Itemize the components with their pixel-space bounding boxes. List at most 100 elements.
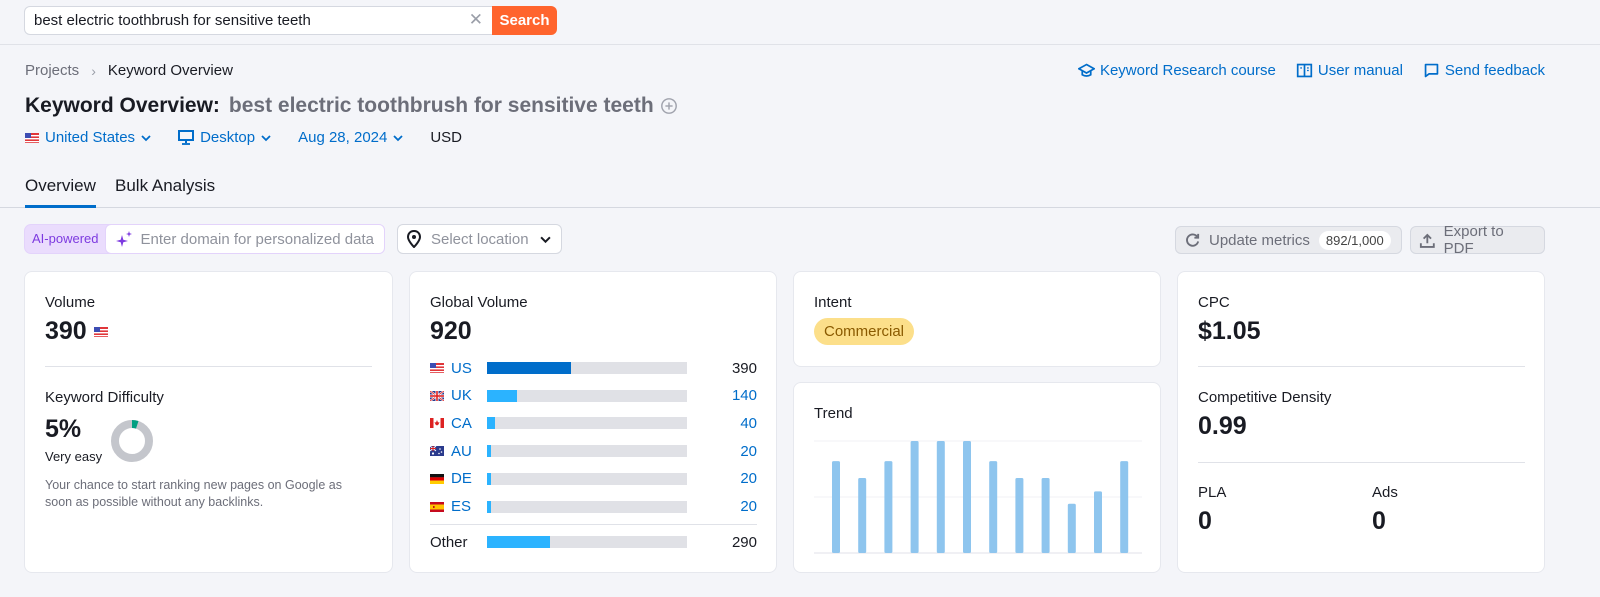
trend-bar[interactable] [1120, 461, 1129, 553]
country-volume-value[interactable]: 20 [740, 470, 757, 487]
top-search-bar: ✕ Search [0, 0, 1600, 45]
tab-bulk-analysis[interactable]: Bulk Analysis [115, 176, 215, 205]
trend-bar[interactable] [858, 477, 867, 553]
filters-bar: United States Desktop Aug 28, 2024 USD [25, 129, 462, 146]
add-circle-icon[interactable] [660, 97, 678, 115]
kd-value: 5% [45, 415, 82, 443]
trend-bar[interactable] [963, 441, 971, 553]
search-box: ✕ [24, 6, 494, 35]
message-icon [1424, 63, 1439, 78]
kd-description: Your chance to start ranking new pages o… [45, 478, 342, 509]
divider [1198, 366, 1525, 367]
other-value: 290 [731, 533, 757, 551]
domain-input[interactable] [140, 230, 381, 248]
kd-level: Very easy [45, 449, 103, 464]
page-title: Keyword Overview: best electric toothbru… [25, 94, 678, 118]
ads-label: Ads [1372, 484, 1398, 501]
country-volume-value[interactable]: 140 [732, 387, 757, 404]
au-flag-icon [430, 446, 444, 457]
trend-bar[interactable] [936, 441, 945, 553]
country-volume-value: 390 [731, 359, 757, 377]
us-flag-icon [430, 363, 444, 373]
country-volume-value[interactable]: 20 [740, 443, 757, 460]
volume-label: Volume [45, 294, 96, 311]
country-volume-value[interactable]: 40 [740, 415, 757, 432]
divider [430, 524, 757, 525]
trend-bar[interactable] [1015, 477, 1024, 553]
trend-card: Trend [793, 382, 1161, 573]
global-volume-row-uk: UK 140 [430, 387, 757, 405]
global-volume-row-us: US 390 [430, 359, 757, 377]
send-feedback-link[interactable]: Send feedback [1423, 62, 1545, 79]
competitive-density-value: 0.99 [1198, 412, 1247, 440]
country-label: United States [45, 129, 136, 146]
bar-fill [487, 362, 571, 374]
chevron-down-icon [540, 236, 551, 243]
volume-card: Volume 390 Keyword Difficulty 5% Very ea… [24, 271, 393, 573]
es-flag-icon [430, 501, 444, 512]
domain-field[interactable] [105, 224, 386, 254]
trend-bar[interactable] [989, 461, 998, 553]
user-manual-link[interactable]: User manual [1296, 62, 1403, 79]
intent-badge: Commercial [814, 318, 915, 345]
bar-track [487, 536, 687, 548]
tab-overview[interactable]: Overview [25, 176, 96, 208]
export-pdf-button[interactable]: Export to PDF [1410, 223, 1545, 257]
volume-value: 390 [45, 317, 87, 345]
trend-bar[interactable] [910, 441, 919, 553]
currency-label: USD [430, 129, 463, 146]
location-select[interactable]: Select location [397, 224, 562, 254]
country-volume-value[interactable]: 20 [740, 498, 757, 515]
chevron-right-icon: › [91, 62, 96, 79]
bar-fill [487, 472, 491, 485]
link-label: User manual [1317, 62, 1403, 79]
book-icon [1296, 63, 1313, 78]
country-dropdown[interactable]: United States [25, 129, 151, 146]
kd-label: Keyword Difficulty [45, 389, 164, 406]
bar-track [487, 472, 687, 485]
export-label: Export to PDF [1443, 223, 1504, 257]
ai-domain-group: AI-powered [24, 224, 386, 254]
link-label: Keyword Research course [1099, 62, 1276, 79]
other-label: Other [430, 533, 468, 551]
bar-track [487, 500, 687, 513]
desktop-icon [178, 130, 195, 145]
sparkle-icon [116, 231, 133, 247]
title-keyword: best electric toothbrush for sensitive t… [228, 94, 654, 117]
bar-track [487, 445, 687, 458]
trend-bar[interactable] [1067, 503, 1076, 553]
keyword-research-course-link[interactable]: Keyword Research course [1077, 62, 1276, 79]
search-input[interactable] [34, 12, 454, 29]
breadcrumb-projects[interactable]: Projects [25, 62, 79, 79]
trend-bar[interactable] [832, 461, 840, 553]
search-button[interactable]: Search [492, 6, 557, 35]
trend-bar[interactable] [1094, 491, 1102, 553]
device-label: Desktop [200, 129, 256, 146]
bar-fill [487, 500, 491, 513]
date-dropdown[interactable]: Aug 28, 2024 [298, 129, 403, 146]
global-volume-value: 920 [430, 317, 472, 345]
update-metrics-button[interactable]: Update metrics 892/1,000 [1175, 226, 1402, 254]
ca-flag-icon [430, 418, 444, 429]
divider [1198, 462, 1525, 463]
global-volume-row-other: Other 290 [430, 533, 757, 551]
global-volume-row-de: DE 20 [430, 470, 757, 488]
close-icon[interactable]: ✕ [469, 10, 483, 30]
breadcrumb: Projects › Keyword Overview [25, 62, 233, 79]
bar-fill [487, 445, 491, 458]
global-volume-card: Global Volume 920 US 390 UK 140 CA 40 AU 20 DE 20… [409, 271, 777, 573]
update-counter: 892/1,000 [1318, 230, 1391, 250]
ads-value: 0 [1372, 507, 1386, 535]
cpc-value: $1.05 [1198, 317, 1261, 345]
device-dropdown[interactable]: Desktop [178, 129, 271, 146]
trend-bar[interactable] [1041, 477, 1050, 553]
trend-bar[interactable] [884, 461, 893, 553]
location-placeholder: Select location [431, 230, 529, 248]
upload-icon [1419, 233, 1435, 248]
location-pin-icon [406, 230, 422, 248]
global-volume-label: Global Volume [430, 294, 528, 311]
competitive-density-label: Competitive Density [1198, 389, 1332, 406]
bar-fill [487, 536, 550, 548]
global-volume-row-ca: CA 40 [430, 414, 757, 432]
us-flag-icon [93, 326, 108, 337]
